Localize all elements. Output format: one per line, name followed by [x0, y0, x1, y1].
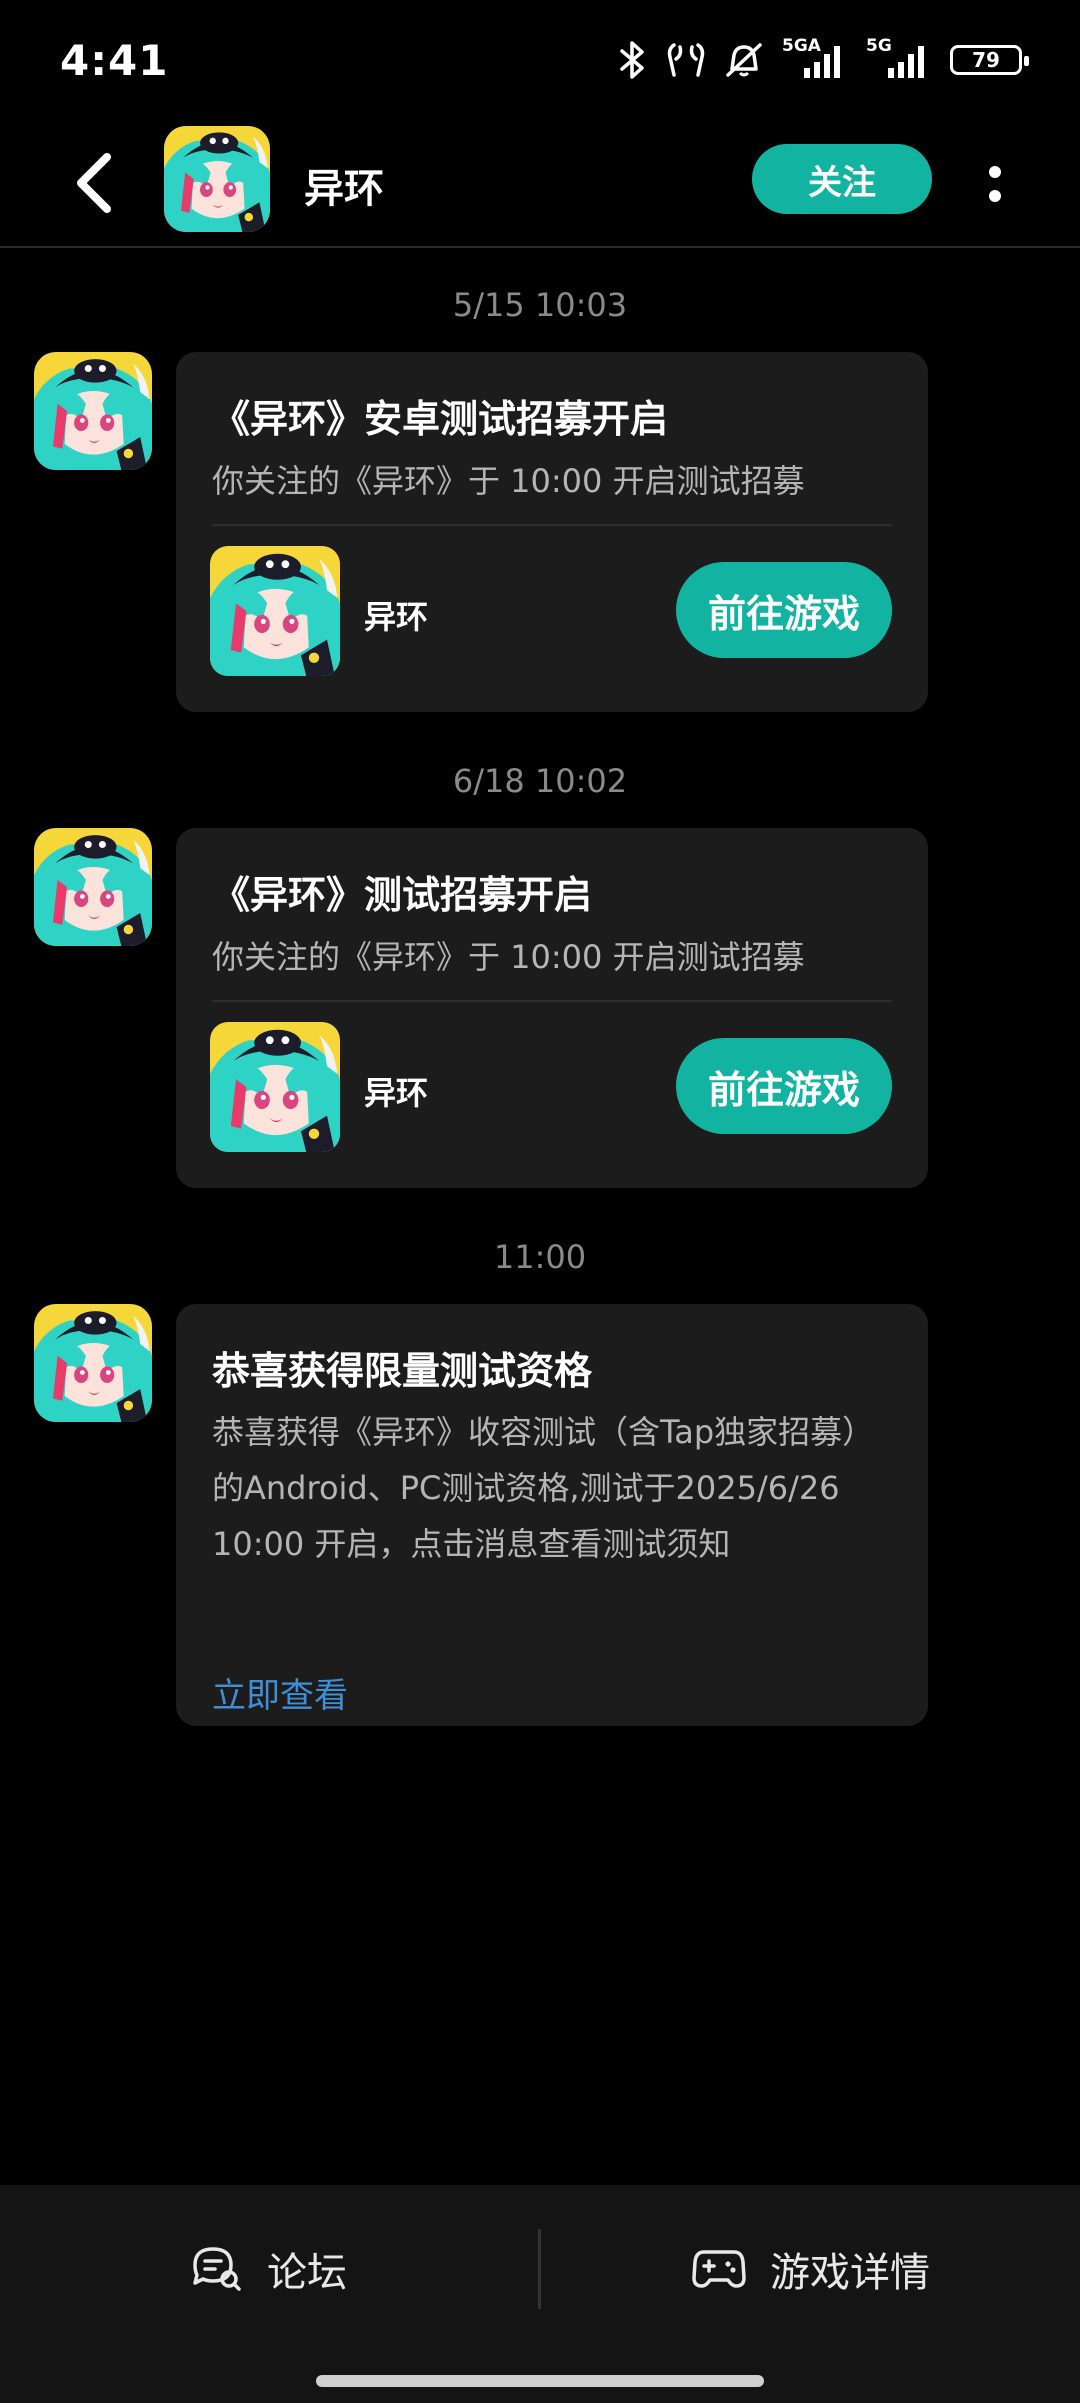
gamepad-icon [692, 2250, 746, 2288]
tab-game-details[interactable]: 游戏详情 [542, 2185, 1080, 2353]
bottom-bar: 论坛 游戏详情 [0, 2185, 1080, 2403]
sender-avatar[interactable] [34, 828, 152, 946]
signal-5g-icon: 5G [866, 36, 932, 80]
message-title: 恭喜获得限量测试资格 [212, 1349, 593, 1393]
go-to-game-button[interactable]: 前往游戏 [676, 562, 892, 658]
screen: 4:41 5GA 5G 79 异环 关注 5/15 10:03 《异环》安卓测试… [0, 0, 1080, 2403]
divider [212, 1000, 892, 1002]
signal-5ga-icon: 5GA [782, 36, 848, 80]
message-card[interactable]: 恭喜获得限量测试资格 恭喜获得《异环》收容测试（含Tap独家招募）的Androi… [176, 1304, 928, 1726]
earbuds-icon [666, 41, 706, 79]
home-indicator[interactable] [316, 2375, 764, 2387]
message-timestamp: 5/15 10:03 [452, 286, 628, 324]
message-subtitle: 你关注的《异环》于 10:00 开启测试招募 [212, 462, 805, 500]
game-name: 异环 [364, 598, 429, 636]
game-name: 异环 [364, 1074, 429, 1112]
divider [212, 524, 892, 526]
tab-divider [538, 2229, 541, 2309]
sender-avatar[interactable] [34, 352, 152, 470]
mute-bell-icon [724, 41, 764, 79]
back-button[interactable] [58, 148, 128, 218]
page-title: 异环 [304, 166, 384, 212]
forum-icon [193, 2247, 241, 2291]
follow-button[interactable]: 关注 [752, 144, 932, 214]
message-card[interactable]: 《异环》安卓测试招募开启 你关注的《异环》于 10:00 开启测试招募 异环 前… [176, 352, 928, 712]
view-now-link[interactable]: 立即查看 [212, 1668, 348, 1717]
status-time: 4:41 [60, 36, 169, 85]
back-arrow-icon [77, 153, 111, 213]
message-body: 恭喜获得《异环》收容测试（含Tap独家招募）的Android、PC测试资格,测试… [212, 1413, 875, 1563]
bluetooth-icon [618, 41, 648, 79]
go-to-game-button[interactable]: 前往游戏 [676, 1038, 892, 1134]
more-options-icon[interactable] [970, 154, 1020, 214]
tab-forum-label: 论坛 [267, 2250, 347, 2296]
message-subtitle: 你关注的《异环》于 10:00 开启测试招募 [212, 938, 805, 976]
message-card[interactable]: 《异环》测试招募开启 你关注的《异环》于 10:00 开启测试招募 异环 前往游… [176, 828, 928, 1188]
message-timestamp: 11:00 [493, 1238, 587, 1276]
status-bar: 4:41 5GA 5G 79 [0, 0, 1080, 120]
status-icons: 5GA 5G 79 [618, 36, 1029, 80]
game-icon[interactable] [210, 1022, 340, 1152]
tab-forum[interactable]: 论坛 [0, 2185, 538, 2353]
message-title: 《异环》测试招募开启 [212, 873, 593, 917]
chat-header: 异环 关注 [0, 120, 1080, 248]
message-title: 《异环》安卓测试招募开启 [212, 397, 669, 441]
sender-avatar[interactable] [34, 1304, 152, 1422]
message-timestamp: 6/18 10:02 [452, 762, 628, 800]
game-icon[interactable] [210, 546, 340, 676]
game-avatar[interactable] [164, 126, 270, 232]
battery-icon: 79 [950, 45, 1029, 75]
tab-game-details-label: 游戏详情 [770, 2250, 930, 2296]
